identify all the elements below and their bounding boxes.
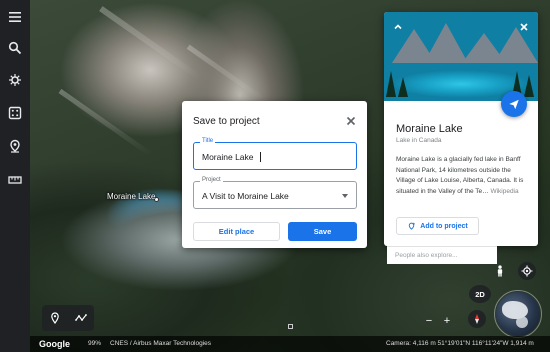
pegman-icon[interactable] [491,262,509,280]
map-tools [42,305,94,331]
project-select[interactable]: Project A Visit to Moraine Lake [193,177,357,209]
projects-icon[interactable] [5,136,25,156]
compass-button[interactable] [468,310,486,328]
place-knowledge-card: Moraine Lake Lake in Canada Moraine Lake… [384,12,538,246]
camera-readout: Camera: 4,116 m 51°19'01"N 116°11'24"W 1… [386,340,534,347]
add-to-project-button[interactable]: Add to project [396,217,479,235]
photo-tree [398,77,408,97]
paper-plane-icon [509,99,519,110]
chevron-up-icon[interactable] [392,20,404,32]
edit-place-button[interactable]: Edit place [193,222,280,241]
photo-tree [386,71,396,97]
people-also-explore[interactable]: People also explore... [387,246,497,264]
compass-needle-icon [475,314,479,324]
menu-icon[interactable] [5,7,25,27]
map-pin-icon[interactable] [49,312,61,324]
map-ridge [58,88,152,157]
globe-land [516,316,528,328]
random-dice-icon[interactable] [5,103,25,123]
text-caret [260,152,261,162]
zoom-out-button[interactable]: − [426,315,432,327]
title-field[interactable]: Title Moraine Lake [193,138,357,170]
title-field-value[interactable]: Moraine Lake [202,152,254,162]
left-sidebar [0,0,30,352]
measure-icon[interactable] [5,170,25,190]
close-icon[interactable] [344,114,358,128]
project-select-value[interactable]: A Visit to Moraine Lake [202,191,289,201]
imagery-attribution[interactable]: CNES / Airbus Maxar Technologies [110,340,211,347]
google-logo: Google [39,339,70,349]
my-location-button[interactable] [518,262,536,280]
photo-peak [494,27,538,63]
project-field-label: Project [200,177,223,183]
draw-path-icon[interactable] [75,312,87,324]
close-card-icon[interactable] [518,20,530,32]
save-to-project-dialog: Save to project Title Moraine Lake Proje… [182,101,367,248]
add-to-project-label: Add to project [420,222,468,230]
wikipedia-link[interactable]: Wikipedia [490,188,518,195]
voyager-icon[interactable] [5,70,25,90]
place-name: Moraine Lake [396,123,463,135]
zoom-controls: − + [420,312,456,330]
photo-tree [524,75,534,97]
overview-globe[interactable] [496,292,540,336]
map-ridge [99,6,201,80]
place-subtitle: Lake in Canada [396,137,442,144]
toggle-2d-button[interactable]: 2D [469,285,491,303]
place-photo[interactable] [384,12,538,101]
dropdown-arrow-icon[interactable] [342,194,348,198]
place-description: Moraine Lake is a glacially fed lake in … [396,155,528,197]
fly-to-button[interactable] [501,91,527,117]
search-icon[interactable] [5,38,25,58]
crosshair-icon [521,265,533,277]
map-place-label[interactable]: Moraine Lake [107,192,155,201]
save-button[interactable]: Save [288,222,357,241]
add-pin-icon [409,222,416,230]
title-field-label: Title [200,138,216,144]
dialog-title: Save to project [193,116,260,127]
layer-toggle-icon[interactable] [288,324,293,329]
load-percent: 99% [88,340,102,347]
zoom-in-button[interactable]: + [444,315,450,327]
status-bar: Google 99% CNES / Airbus Maxar Technolog… [30,336,550,352]
